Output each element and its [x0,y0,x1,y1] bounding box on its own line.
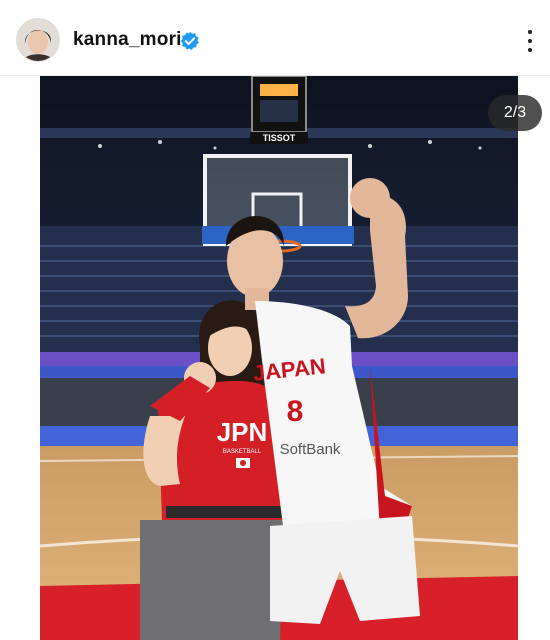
verified-badge-icon [180,31,199,50]
avatar[interactable] [17,19,59,61]
jersey-number: 8 [287,395,304,428]
scoreboard-brand: TISSOT [263,133,296,143]
jersey-sponsor: SoftBank [280,441,341,458]
woman-shirt-subtext: BASKETBALL [223,449,262,455]
post-header: kanna_mori [0,0,550,76]
post-photo[interactable]: TISSOT JPN BASKETBALL JAPAN 8 SoftBank [40,76,518,640]
username[interactable]: kanna_mori [73,29,182,51]
woman-shirt-text: JPN [217,417,268,447]
more-vertical-icon[interactable] [518,24,542,58]
carousel-counter: 2/3 [488,95,542,131]
